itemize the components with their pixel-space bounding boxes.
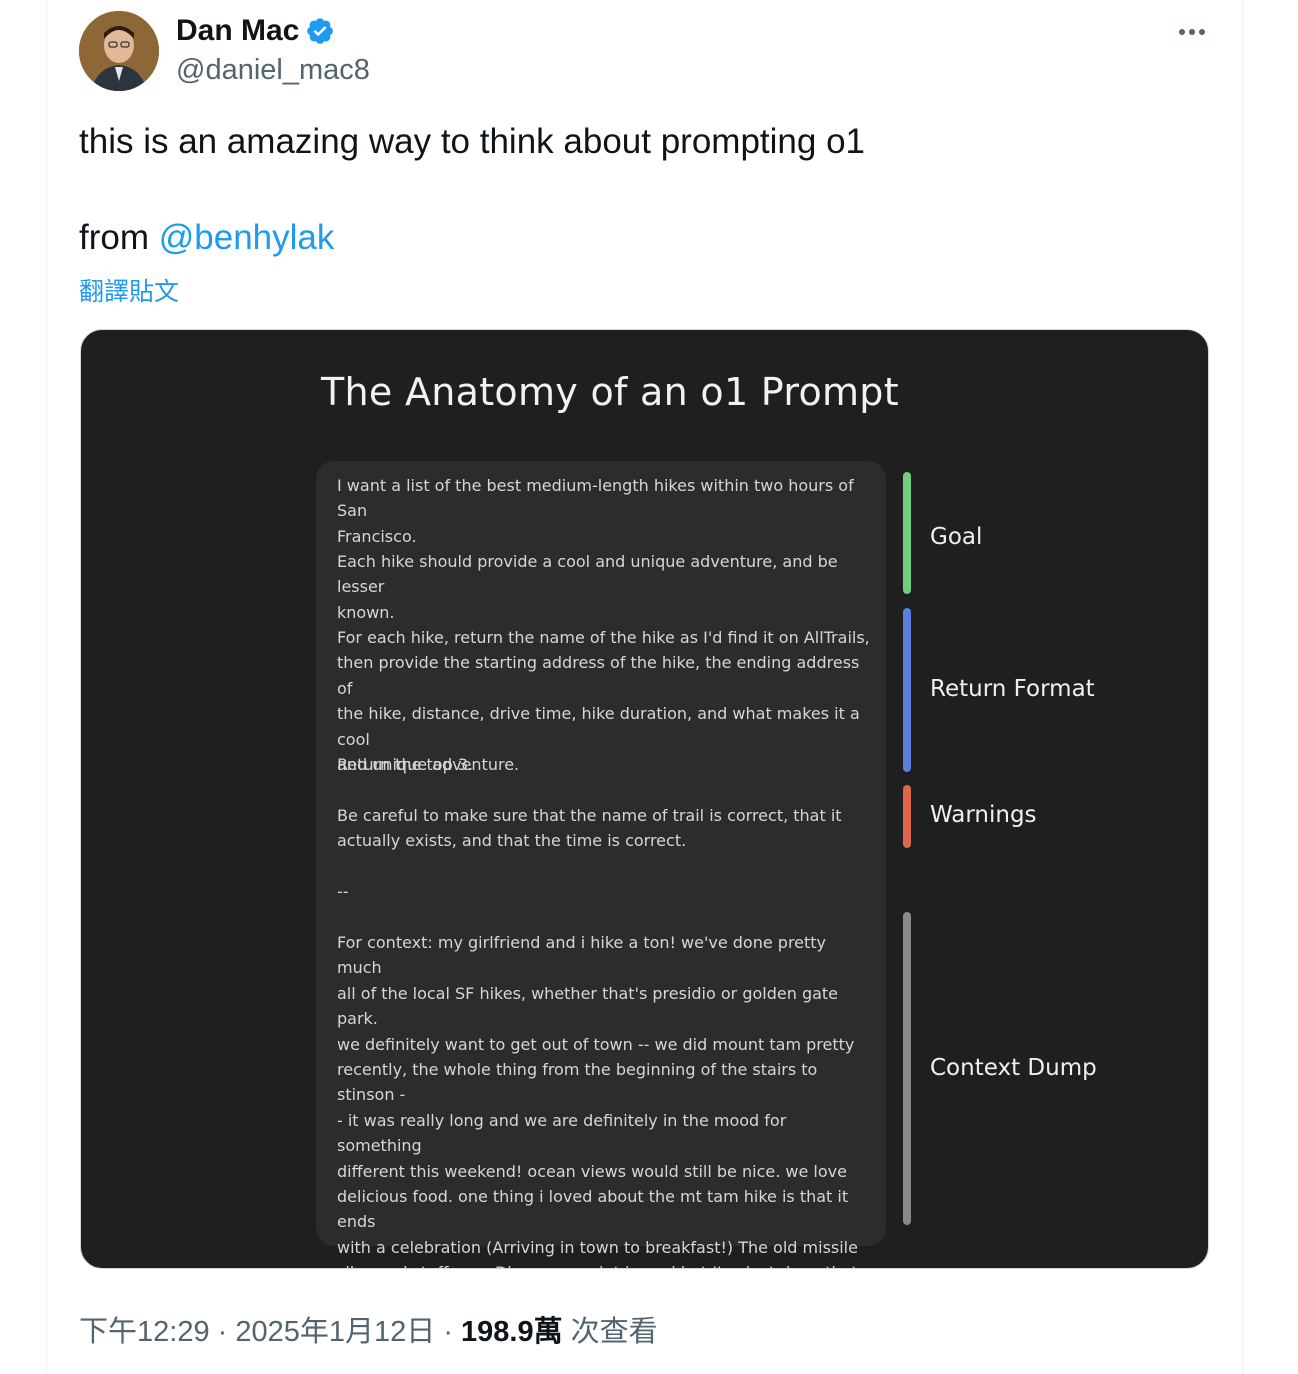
dot-icon	[1189, 29, 1195, 35]
author-name[interactable]: Dan Mac	[176, 14, 299, 48]
dot-icon	[1179, 29, 1185, 35]
image-title: The Anatomy of an o1 Prompt	[321, 370, 899, 414]
avatar[interactable]	[79, 11, 159, 91]
prompt-separator-text: --	[337, 882, 349, 901]
views-label: 次查看	[562, 1316, 658, 1348]
tweet-metadata: 下午12:29 · 2025年1月12日 · 198.9萬 次查看	[79, 1308, 658, 1350]
warnings-label: Warnings	[930, 802, 1037, 828]
prompt-goal-text: I want a list of the best medium-length …	[337, 476, 854, 546]
prompt-warnings-text: Be careful to make sure that the name of…	[337, 806, 842, 851]
context-dump-label: Context Dump	[930, 1055, 1097, 1081]
tweet-text-line2: from @benhylak	[79, 218, 334, 258]
translate-post-link[interactable]: 翻譯貼文	[79, 272, 179, 308]
view-count: 198.9萬	[461, 1316, 563, 1348]
tweet-time[interactable]: 下午12:29	[79, 1316, 210, 1348]
return-format-label: Return Format	[930, 676, 1095, 702]
author-handle[interactable]: @daniel_mac8	[176, 54, 370, 87]
prompt-return-count-text: Return the top 3.	[337, 755, 474, 774]
from-label: from	[79, 218, 159, 257]
prompt-context-text: For context: my girlfriend and i hike a …	[337, 933, 858, 1268]
goal-bar	[903, 472, 911, 594]
return-format-bar	[903, 608, 911, 772]
avatar-image	[79, 11, 159, 91]
context-dump-bar	[903, 912, 911, 1225]
author-name-row[interactable]: Dan Mac	[176, 14, 335, 48]
prompt-goal-detail-text: Each hike should provide a cool and uniq…	[337, 552, 838, 622]
more-options-button[interactable]	[1172, 14, 1212, 50]
warnings-bar	[903, 785, 911, 848]
mention-link[interactable]: @benhylak	[159, 218, 335, 257]
tweet-text-line1: this is an amazing way to think about pr…	[79, 122, 865, 161]
tweet-media-image[interactable]: The Anatomy of an o1 Prompt I want a lis…	[80, 329, 1209, 1269]
dot-icon	[1199, 29, 1205, 35]
verified-badge-icon	[307, 18, 334, 44]
tweet-date[interactable]: 2025年1月12日	[235, 1316, 435, 1348]
separator-dot: ·	[435, 1316, 462, 1348]
goal-label: Goal	[930, 524, 983, 550]
separator-dot: ·	[209, 1316, 236, 1348]
prompt-box: I want a list of the best medium-length …	[316, 461, 886, 1268]
